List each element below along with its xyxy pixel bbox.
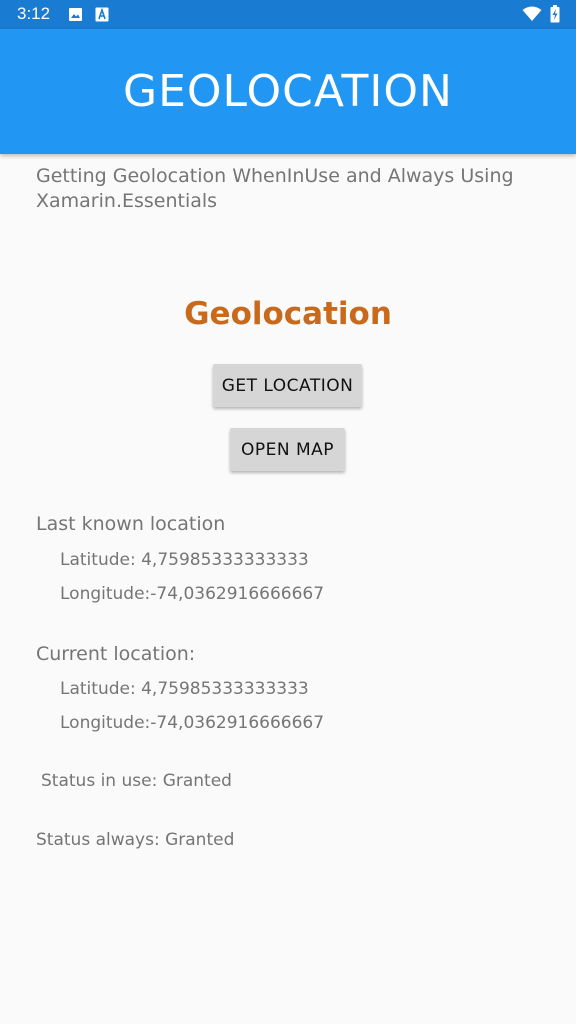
last-known-longitude: Longitude:-74,0362916666667 — [60, 584, 325, 604]
page-description: Getting Geolocation WhenInUse and Always… — [36, 165, 514, 212]
image-icon — [69, 8, 82, 21]
status-in-use: Status in use: Granted — [41, 771, 232, 791]
text-a-icon — [95, 7, 109, 22]
last-known-location-label: Last known location — [36, 513, 226, 535]
battery-charging-icon — [550, 5, 560, 23]
geolocation-heading: Geolocation — [184, 296, 392, 332]
last-known-latitude: Latitude: 4,75985333333333 — [60, 550, 309, 570]
app-bar: GEOLOCATION — [0, 29, 576, 154]
app-title: GEOLOCATION — [123, 66, 453, 117]
status-time: 3:12 — [17, 4, 51, 23]
status-always: Status always: Granted — [36, 830, 235, 850]
status-bar: 3:12 — [0, 0, 576, 29]
current-longitude: Longitude:-74,0362916666667 — [60, 713, 325, 733]
wifi-icon — [522, 6, 542, 21]
get-location-button[interactable]: GET LOCATION — [213, 364, 362, 407]
open-map-button[interactable]: OPEN MAP — [230, 428, 345, 471]
current-location-label: Current location: — [36, 643, 196, 665]
current-latitude: Latitude: 4,75985333333333 — [60, 679, 309, 699]
